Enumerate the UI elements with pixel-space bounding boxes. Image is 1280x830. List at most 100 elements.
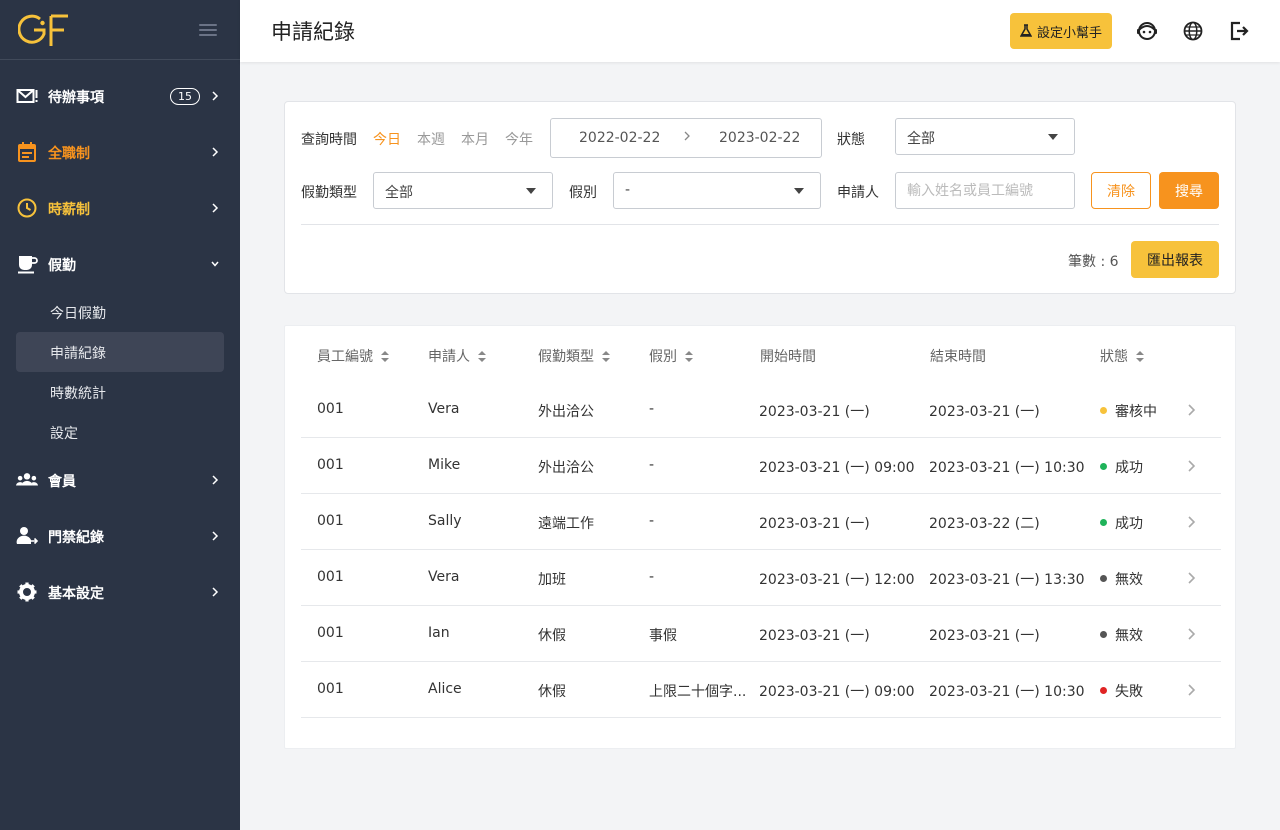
sidebar-item-label: 全職制 <box>48 146 90 162</box>
chevron-right-icon <box>212 587 219 597</box>
sidebar-item-members[interactable]: 會員 <box>0 460 240 500</box>
column-header-leave[interactable]: 假別 <box>649 346 693 366</box>
cell-end-time: 2023-03-21 (一) <box>929 628 1040 644</box>
leave-select-value: - <box>625 182 631 198</box>
sidebar-item-label: 時薪制 <box>48 202 90 218</box>
cell-status: 失敗 <box>1115 684 1143 700</box>
logout-icon[interactable] <box>1228 20 1250 42</box>
table-row[interactable]: 001 Mike 外出洽公 - 2023-03-21 (一) 09:00 2023-03-… <box>301 438 1221 494</box>
table-row[interactable]: 001 Sally 遠端工作 - 2023-03-21 (一) 2023-03-22 (二… <box>301 494 1221 550</box>
table-row[interactable]: 001 Ian 休假 事假 2023-03-21 (一) 2023-03-21 (一) 無效 <box>301 606 1221 662</box>
caret-down-icon <box>794 188 804 194</box>
column-header-label: 狀態 <box>1100 349 1128 365</box>
logo-bar <box>0 0 240 60</box>
cell-type: 休假 <box>538 628 566 644</box>
column-header-label: 假別 <box>649 349 677 365</box>
chevron-right-icon[interactable] <box>1187 683 1196 697</box>
mail-alert-icon <box>16 89 38 103</box>
setup-helper-button[interactable]: 設定小幫手 <box>1010 13 1112 49</box>
sidebar-item-todo[interactable]: 待辦事項 15 <box>0 76 240 116</box>
cell-employee-id: 001 <box>317 513 344 529</box>
support-face-icon[interactable] <box>1136 20 1158 42</box>
chevron-right-icon[interactable] <box>1187 403 1196 417</box>
status-select-value: 全部 <box>907 131 935 147</box>
cell-type: 遠端工作 <box>538 516 594 532</box>
chevron-right-icon[interactable] <box>1187 459 1196 473</box>
sidebar-subitem-label: 申請紀錄 <box>50 346 106 362</box>
type-select[interactable]: 全部 <box>373 172 553 209</box>
cell-employee-id: 001 <box>317 401 344 417</box>
status-dot-icon <box>1100 687 1107 694</box>
column-header-label: 申請人 <box>428 349 470 365</box>
status-dot-icon <box>1100 463 1107 470</box>
chevron-right-icon <box>212 147 219 157</box>
quick-range-today[interactable]: 今日 <box>373 129 401 149</box>
cell-leave: - <box>649 401 655 417</box>
sidebar-item-fulltime[interactable]: 全職制 <box>0 132 240 172</box>
sidebar-subitem-settings[interactable]: 設定 <box>16 412 224 452</box>
clock-icon <box>17 198 37 218</box>
gf-logo <box>18 14 68 46</box>
cell-applicant: Mike <box>428 457 461 473</box>
quick-range-month[interactable]: 本月 <box>461 129 489 149</box>
cell-type: 休假 <box>538 684 566 700</box>
quick-range-year[interactable]: 今年 <box>505 129 533 149</box>
status-dot-icon <box>1100 519 1107 526</box>
cell-start-time: 2023-03-21 (一) <box>759 404 870 420</box>
table-row[interactable]: 001 Vera 加班 - 2023-03-21 (一) 12:00 2023-03-21… <box>301 550 1221 606</box>
sidebar-item-attendance[interactable]: 假勤 <box>0 244 240 284</box>
cell-leave: - <box>649 513 655 529</box>
cell-start-time: 2023-03-21 (一) 09:00 <box>759 684 915 700</box>
quick-range-week[interactable]: 本週 <box>417 129 445 149</box>
sidebar-item-hourly[interactable]: 時薪制 <box>0 188 240 228</box>
cell-type: 外出洽公 <box>538 404 594 420</box>
cell-leave: 上限二十個字... <box>649 684 747 700</box>
sidebar-subitem-hours[interactable]: 時數統計 <box>16 372 224 412</box>
cell-applicant: Ian <box>428 625 450 641</box>
sidebar-subitem-label: 今日假勤 <box>50 306 106 322</box>
cell-applicant: Vera <box>428 569 460 585</box>
sort-icon <box>381 350 389 362</box>
cell-status: 成功 <box>1115 460 1143 476</box>
date-end-input[interactable]: 2023-02-22 <box>719 130 800 146</box>
date-range-picker: 2022-02-22 2023-02-22 <box>550 118 822 158</box>
sort-icon <box>1136 350 1144 362</box>
cell-applicant: Alice <box>428 681 462 697</box>
cell-employee-id: 001 <box>317 569 344 585</box>
sidebar-item-basic-settings[interactable]: 基本設定 <box>0 572 240 612</box>
cell-end-time: 2023-03-22 (二) <box>929 516 1040 532</box>
column-header-end: 結束時間 <box>930 346 986 366</box>
cell-status: 無效 <box>1115 628 1143 644</box>
sidebar-subitem-records[interactable]: 申請紀錄 <box>16 332 224 372</box>
cell-end-time: 2023-03-21 (一) 10:30 <box>929 460 1085 476</box>
chevron-right-icon[interactable] <box>1187 515 1196 529</box>
sidebar-subitem-today[interactable]: 今日假勤 <box>16 292 224 332</box>
status-select[interactable]: 全部 <box>895 118 1075 155</box>
column-header-type[interactable]: 假勤類型 <box>538 346 610 366</box>
column-header-status[interactable]: 狀態 <box>1100 346 1144 366</box>
table-row[interactable]: 001 Alice 休假 上限二十個字... 2023-03-21 (一) 09:00 2… <box>301 662 1221 718</box>
cell-leave: 事假 <box>649 628 677 644</box>
cell-status: 審核中 <box>1115 404 1157 420</box>
column-header-applicant[interactable]: 申請人 <box>428 346 486 366</box>
export-report-button[interactable]: 匯出報表 <box>1131 241 1219 278</box>
menu-toggle-icon[interactable] <box>199 24 217 36</box>
chevron-right-icon[interactable] <box>1187 571 1196 585</box>
filter-panel: 查詢時間 今日 本週 本月 今年 2022-02-22 2023-02-22 狀… <box>284 101 1236 294</box>
flask-icon <box>1019 24 1032 37</box>
chevron-right-icon[interactable] <box>1187 627 1196 641</box>
sidebar-item-access[interactable]: 門禁紀錄 <box>0 516 240 556</box>
divider <box>301 224 1219 225</box>
column-header-employee-id[interactable]: 員工編號 <box>317 346 389 366</box>
search-button[interactable]: 搜尋 <box>1159 172 1219 209</box>
gear-icon <box>17 582 37 602</box>
cell-status: 成功 <box>1115 516 1143 532</box>
date-start-input[interactable]: 2022-02-22 <box>579 130 660 146</box>
cell-leave: - <box>649 569 655 585</box>
clear-button[interactable]: 清除 <box>1091 172 1151 209</box>
globe-icon[interactable] <box>1182 20 1204 42</box>
chevron-down-icon <box>211 261 219 267</box>
applicant-search-input[interactable] <box>895 172 1075 209</box>
table-row[interactable]: 001 Vera 外出洽公 - 2023-03-21 (一) 2023-03-21 (一)… <box>301 382 1221 438</box>
leave-select[interactable]: - <box>613 172 821 209</box>
